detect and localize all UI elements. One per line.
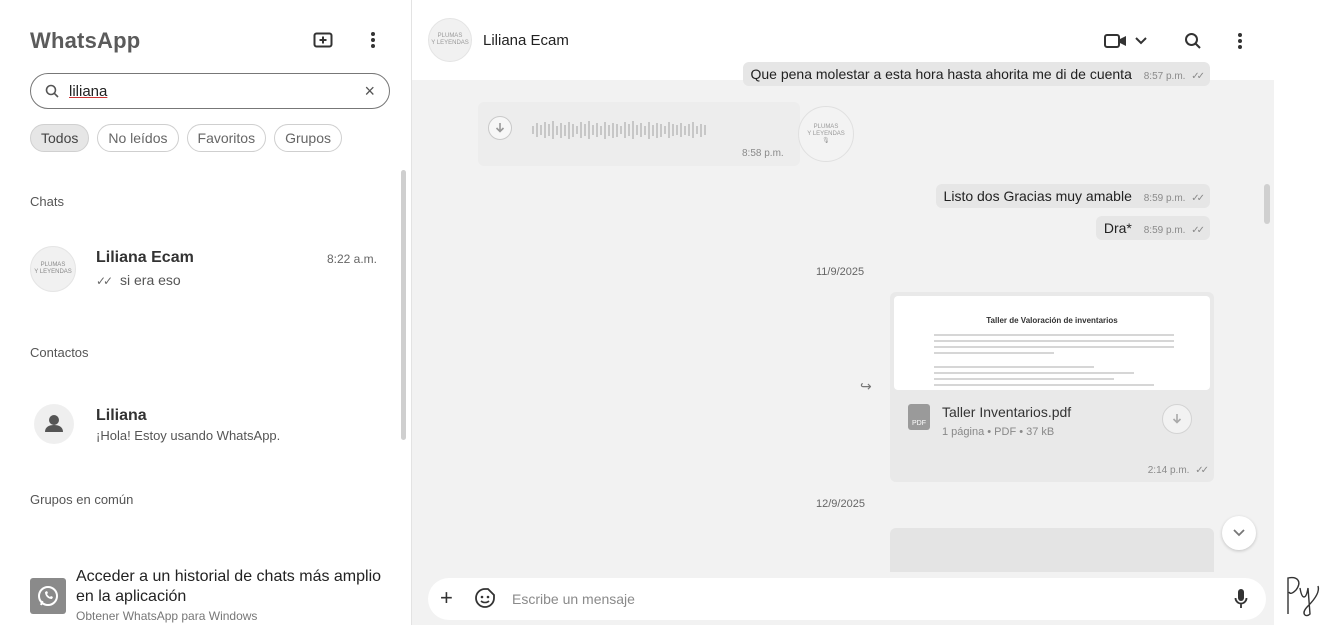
filter-groups[interactable]: Grupos — [274, 124, 343, 152]
chat-search-button[interactable] — [1180, 28, 1206, 54]
attach-button[interactable]: + — [440, 587, 453, 609]
search-icon — [45, 84, 59, 98]
double-check-icon: ✓✓ — [1191, 193, 1205, 204]
more-vertical-icon — [1238, 33, 1242, 49]
message-time: 8:57 p.m. — [1143, 71, 1186, 82]
message-meta: 8:59 p.m. ✓✓ — [1143, 193, 1205, 204]
avatar: PLUMAS Y LEYENDAS — [30, 246, 76, 292]
handwritten-signature — [1287, 576, 1320, 617]
voice-record-button[interactable] — [1234, 588, 1248, 615]
message-meta: 8:59 p.m. ✓✓ — [1143, 225, 1205, 236]
video-call-button[interactable] — [1100, 28, 1152, 54]
message-text: Listo dos Gracias muy amable — [943, 188, 1132, 204]
message-time: 8:59 p.m. — [1143, 193, 1186, 204]
new-chat-button[interactable] — [310, 28, 336, 52]
document-message[interactable]: Taller de Valoración de inventarios PDF … — [890, 292, 1214, 482]
download-document-button[interactable] — [1162, 404, 1192, 434]
chevron-down-icon — [1135, 37, 1147, 45]
menu-button[interactable] — [360, 28, 386, 52]
sender-avatar: PLUMAS Y LEYENDAS 🎙 — [798, 106, 854, 162]
outgoing-message[interactable]: Dra* 8:59 p.m. ✓✓ — [1095, 216, 1210, 240]
message-meta: 8:57 p.m. ✓✓ — [1143, 71, 1205, 82]
app-title: WhatsApp — [30, 28, 141, 53]
new-chat-icon — [313, 32, 333, 48]
forward-icon[interactable]: ↪︎ — [860, 378, 872, 395]
filter-all[interactable]: Todos — [30, 124, 90, 152]
double-check-icon: ✓✓ — [1195, 465, 1209, 476]
pdf-file-icon: PDF — [908, 404, 930, 430]
outgoing-message[interactable] — [890, 528, 1214, 572]
date-separator: 11/9/2025 — [816, 266, 865, 278]
double-check-icon: ✓✓ — [1191, 225, 1205, 236]
outgoing-message[interactable]: Que pena molestar a esta hora hasta ahor… — [742, 62, 1210, 86]
promo-title: Acceder a un historial de chats más ampl… — [76, 568, 382, 605]
chat-list-item[interactable]: PLUMAS Y LEYENDAS Liliana Ecam 8:22 a.m. … — [0, 238, 405, 300]
message-text: Que pena molestar a esta hora hasta ahor… — [750, 66, 1132, 82]
document-name: Taller Inventarios.pdf — [942, 404, 1072, 420]
message-meta: 2:14 p.m. ✓✓ — [1147, 465, 1209, 476]
page-margin — [1274, 0, 1330, 625]
whatsapp-logo-icon — [30, 578, 66, 614]
voice-message[interactable]: 8:58 p.m. PLUMAS Y LEYENDAS 🎙 — [478, 102, 854, 166]
default-avatar-icon — [34, 404, 74, 444]
sticker-button[interactable] — [474, 587, 496, 614]
chat-scrollbar[interactable] — [1264, 184, 1270, 224]
message-input[interactable] — [512, 588, 1192, 610]
voice-time: 8:58 p.m. — [742, 148, 784, 159]
outgoing-message[interactable]: Listo dos Gracias muy amable 8:59 p.m. ✓… — [935, 184, 1210, 208]
download-icon — [495, 123, 505, 133]
search-icon — [1185, 33, 1201, 49]
contact-status: ¡Hola! Estoy usando WhatsApp. — [96, 428, 281, 443]
double-check-icon: ✓✓ — [96, 274, 113, 288]
message-time: 2:14 p.m. — [1147, 465, 1190, 476]
search-input[interactable] — [69, 82, 365, 100]
video-camera-icon — [1104, 34, 1126, 48]
section-groups: Grupos en común — [30, 492, 134, 507]
message-composer: + — [428, 578, 1266, 620]
document-meta: 1 página • PDF • 37 kB — [942, 426, 1055, 438]
scroll-to-bottom-button[interactable] — [1222, 516, 1256, 550]
section-chats: Chats — [30, 194, 64, 209]
microphone-icon — [1234, 589, 1248, 608]
document-preview-title: Taller de Valoración de inventarios — [986, 316, 1118, 325]
clear-search-icon[interactable]: × — [364, 81, 375, 102]
document-preview[interactable]: Taller de Valoración de inventarios — [894, 296, 1210, 390]
contact-avatar[interactable]: PLUMAS Y LEYENDAS — [428, 18, 472, 62]
section-contacts: Contactos — [30, 345, 89, 360]
chat-name: Liliana Ecam — [96, 249, 194, 266]
filter-unread[interactable]: No leídos — [97, 124, 179, 152]
sidebar-scrollbar[interactable] — [401, 170, 406, 440]
promo-subtitle: Obtener WhatsApp para Windows — [76, 609, 258, 623]
chevron-down-icon — [1233, 529, 1245, 537]
search-box: × — [30, 73, 390, 109]
message-text: Dra* — [1103, 220, 1132, 236]
more-vertical-icon — [371, 32, 375, 48]
chat-panel: PLUMAS Y LEYENDAS Liliana Ecam Que pena m… — [412, 0, 1274, 625]
contact-name[interactable]: Liliana Ecam — [483, 32, 569, 49]
filter-chips: Todos No leídos Favoritos Grupos — [30, 124, 343, 152]
download-app-banner[interactable]: Acceder a un historial de chats más ampl… — [0, 560, 411, 625]
double-check-icon: ✓✓ — [1191, 71, 1205, 82]
filter-favorites[interactable]: Favoritos — [186, 124, 267, 152]
audio-waveform — [532, 120, 710, 140]
sidebar: WhatsApp × Todos No leídos Favoritos Gru… — [0, 0, 412, 625]
date-separator: 12/9/2025 — [816, 498, 865, 510]
chat-preview-row: ✓✓ si era eso — [96, 272, 181, 288]
chat-preview: si era eso — [120, 272, 181, 288]
contact-name: Liliana — [96, 407, 147, 424]
chat-time: 8:22 a.m. — [326, 252, 377, 266]
download-icon — [1172, 414, 1182, 424]
contact-list-item[interactable]: Liliana ¡Hola! Estoy usando WhatsApp. — [0, 396, 405, 458]
sticker-icon — [475, 588, 495, 608]
chat-menu-button[interactable] — [1230, 28, 1250, 54]
message-time: 8:59 p.m. — [1143, 225, 1186, 236]
download-voice-button[interactable] — [488, 116, 512, 140]
